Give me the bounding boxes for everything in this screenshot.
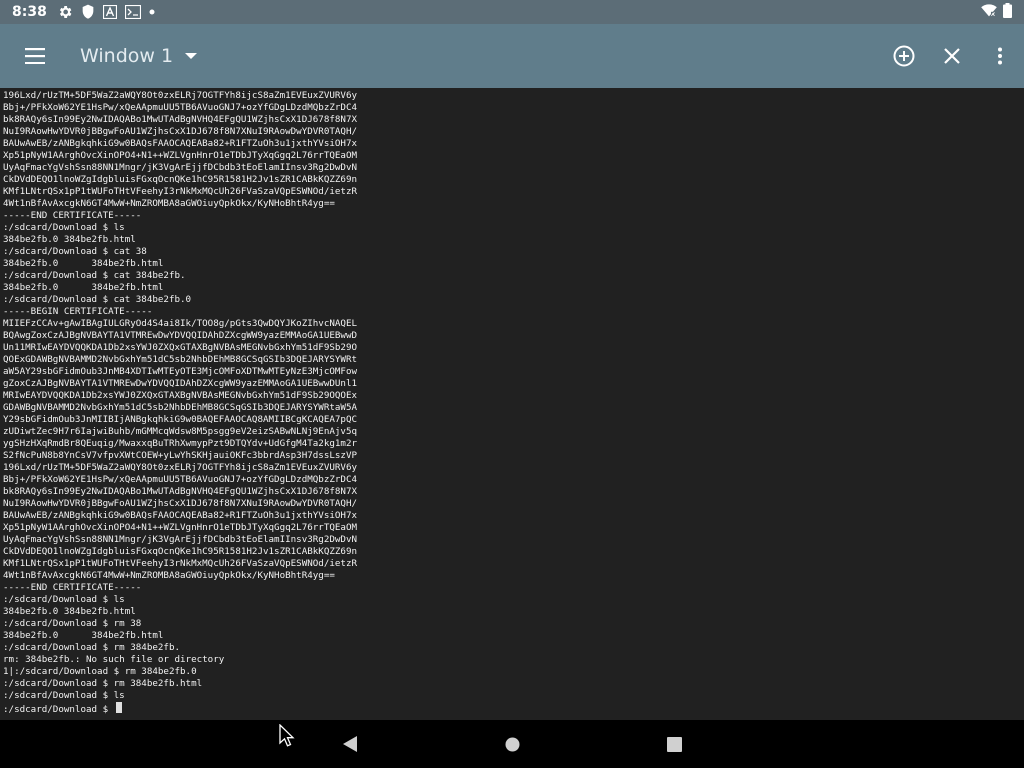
terminal-line: bk8RAQy6sIn99Ey2NwIDAQABo1MwUTAdBgNVHQ4E… — [3, 486, 358, 497]
terminal-line: KMf1LNtrQSx1pP1tWUFoTHtVFeehyI3rNkMxMQcU… — [3, 558, 358, 569]
terminal-line: NuI9RAowHwYDVR0jBBgwFoAU1WZjhsCxX1DJ678f… — [3, 126, 358, 137]
terminal-line: QOExGDAWBgNVBAMMD2NvbGxhYm51dC5sb2NhbDEh… — [3, 354, 358, 365]
terminal-line: :/sdcard/Download $ rm 38 — [3, 618, 142, 629]
terminal-line: Un11MRIwEAYDVQQKDA1Db2xsYWJ0ZXQxGTAXBgNV… — [3, 342, 358, 353]
terminal-line: 1|:/sdcard/Download $ rm 384be2fb.0 — [3, 666, 197, 677]
terminal-line: 384be2fb.0 384be2fb.html — [3, 282, 164, 293]
terminal-line: UyAqFmacYgVshSsn88NN1Mngr/jK3VgArEjjfDCb… — [3, 534, 358, 545]
terminal-line: BAUwAwEB/zANBgkqhkiG9w0BAQsFAAOCAQEABa82… — [3, 138, 358, 149]
terminal-line: :/sdcard/Download $ — [3, 702, 1021, 715]
shield-icon — [81, 4, 95, 20]
battery-icon — [1003, 2, 1012, 22]
terminal-line: UyAqFmacYgVshSsn88NN1Mngr/jK3VgArEjjfDCb… — [3, 162, 358, 173]
terminal-line: BQAwgZoxCzAJBgNVBAYTA1VTMREwDwYDVQQIDAhD… — [3, 330, 358, 341]
cursor-arrow-icon — [279, 723, 295, 752]
terminal-line: -----END CERTIFICATE----- — [3, 210, 142, 221]
dot-icon — [149, 9, 155, 15]
terminal-line: 196Lxd/rUzTM+5DF5WaZ2aWQY8Ot0zxELRj7OGTF… — [3, 90, 358, 101]
close-icon[interactable] — [928, 32, 976, 80]
terminal-line: ygSHzHXqRmdBr8QEuqig/MwaxxqBuTRhXwmypPzt… — [3, 438, 358, 449]
gear-icon — [57, 4, 73, 20]
terminal-line: 196Lxd/rUzTM+5DF5WaZ2aWQY8Ot0zxELRj7OGTF… — [3, 462, 358, 473]
wifi-icon — [981, 3, 997, 21]
terminal-notification-icon — [124, 5, 141, 19]
menu-icon[interactable] — [0, 24, 72, 88]
terminal-line: Xp51pNyW1AArghOvcXinOPO4+N1++WZLVgnHnrO1… — [3, 522, 358, 533]
terminal-line: :/sdcard/Download $ cat 38 — [3, 246, 147, 257]
terminal-line: 4Wt1nBfAvAxcgkN6GT4MwW+NmZROMBA8aGWOiuyQ… — [3, 570, 335, 581]
terminal-line: 384be2fb.0 384be2fb.html — [3, 234, 136, 245]
terminal-line: CkDVdDEQO1lnoWZgIdgbluisFGxqOcnQKe1hC95R… — [3, 546, 358, 557]
terminal-line: 384be2fb.0 384be2fb.html — [3, 258, 164, 269]
status-time: 8:38 — [12, 4, 47, 20]
terminal-line: :/sdcard/Download $ rm 384be2fb. — [3, 642, 181, 653]
terminal-line: Y29sbGFidmOub3JnMIIBIjANBgkqhkiG9w0BAQEF… — [3, 414, 358, 425]
terminal-line: NuI9RAowHwYDVR0jBBgwFoAU1WZjhsCxX1DJ678f… — [3, 498, 358, 509]
navigation-bar — [0, 720, 1024, 768]
home-icon[interactable] — [431, 720, 593, 768]
terminal-line: -----END CERTIFICATE----- — [3, 582, 142, 593]
terminal-line: bk8RAQy6sIn99Ey2NwIDAQABo1MwUTAdBgNVHQ4E… — [3, 114, 358, 125]
terminal-line: MRIwEAYDVQQKDA1Db2xsYWJ0ZXQxGTAXBgNVBAsM… — [3, 390, 358, 401]
window-title[interactable]: Window 1 — [80, 45, 173, 67]
terminal-line: gZoxCzAJBgNVBAYTA1VTMREwDwYDVQQIDAhDZXcg… — [3, 378, 358, 389]
recents-icon[interactable] — [593, 720, 755, 768]
terminal-line: BAUwAwEB/zANBgkqhkiG9w0BAQsFAAOCAQEABa82… — [3, 510, 358, 521]
add-circle-icon[interactable] — [880, 32, 928, 80]
terminal-line: Xp51pNyW1AArghOvcXinOPO4+N1++WZLVgnHnrO1… — [3, 150, 358, 161]
terminal-line: :/sdcard/Download $ rm 384be2fb.html — [3, 678, 203, 689]
terminal-line: Bbj+/PFkXoW62YE1HsPw/xQeAApmuUU5TB6AVuoG… — [3, 474, 358, 485]
overflow-menu-icon[interactable] — [976, 32, 1024, 80]
text-cursor — [115, 702, 122, 713]
terminal-line: rm: 384be2fb.: No such file or directory — [3, 654, 225, 665]
terminal-line: S2fNcPuN8b8YnCsV7vfpvXWtCOEW+yLwYhSKHjau… — [3, 450, 358, 461]
dropdown-arrow-icon[interactable] — [185, 53, 198, 59]
terminal-line: GDAWBgNVBAMMD2NvbGxhYm51dC5sb2NhbDEhMB8G… — [3, 402, 358, 413]
app-bar: Window 1 — [0, 24, 1024, 88]
status-bar: 8:38 — [0, 0, 1024, 24]
terminal-line: :/sdcard/Download $ cat 384be2fb. — [3, 270, 186, 281]
terminal-line: :/sdcard/Download $ cat 384be2fb.0 — [3, 294, 192, 305]
terminal-line: :/sdcard/Download $ ls — [3, 594, 125, 605]
terminal-line: Bbj+/PFkXoW62YE1HsPw/xQeAApmuUU5TB6AVuoG… — [3, 102, 358, 113]
terminal-line: aW5AY29sbGFidmOub3JnMB4XDTIwMTEyOTE3MjcO… — [3, 366, 358, 377]
terminal-line: :/sdcard/Download $ ls — [3, 690, 125, 701]
terminal-line: MIIEFzCCAv+gAwIBAgIULGRyOd4S4ai8Ik/TOO8g… — [3, 318, 358, 329]
terminal-line: :/sdcard/Download $ ls — [3, 222, 125, 233]
terminal-line: zUDiwtZec9H7r6IajwiBuhb/mGMMcqWdsw8M5psg… — [3, 426, 358, 437]
terminal-line: 384be2fb.0 384be2fb.html — [3, 606, 136, 617]
terminal-line: KMf1LNtrQSx1pP1tWUFoTHtVFeehyI3rNkMxMQcU… — [3, 186, 358, 197]
terminal-output[interactable]: 196Lxd/rUzTM+5DF5WaZ2aWQY8Ot0zxELRj7OGTF… — [0, 88, 1024, 720]
font-icon — [102, 5, 117, 19]
terminal-line: CkDVdDEQO1lnoWZgIdgbluisFGxqOcnQKe1hC95R… — [3, 174, 358, 185]
terminal-line: 4Wt1nBfAvAxcgkN6GT4MwW+NmZROMBA8aGWOiuyQ… — [3, 198, 335, 209]
terminal-line: -----BEGIN CERTIFICATE----- — [3, 306, 153, 317]
terminal-line: 384be2fb.0 384be2fb.html — [3, 630, 164, 641]
